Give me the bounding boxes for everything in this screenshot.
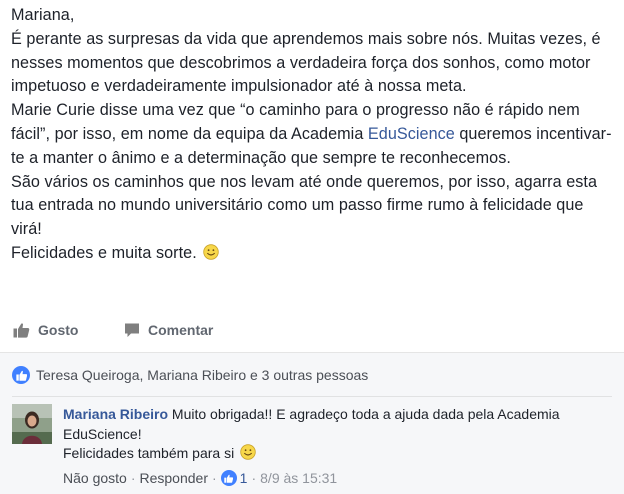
comment-text: Felicidades também para si <box>63 444 603 464</box>
comment-timestamp[interactable]: 8/9 às 15:31 <box>260 470 337 486</box>
post-paragraph: É perante as surpresas da vida que apren… <box>11 29 601 96</box>
like-button[interactable]: Gosto <box>13 316 78 344</box>
likes-summary[interactable]: Teresa Queiroga, Mariana Ribeiro e 3 out… <box>12 366 368 384</box>
thumbs-up-icon <box>220 470 237 486</box>
comment-author[interactable]: Mariana Ribeiro <box>63 406 168 422</box>
post-closing: Felicidades e muita sorte. <box>11 242 617 266</box>
post-body: Mariana, É perante as surpresas da vida … <box>11 4 617 266</box>
like-count-value: 1 <box>239 470 248 486</box>
smiley-icon <box>240 444 256 460</box>
thumbs-up-icon <box>13 323 30 338</box>
post-greeting: Mariana, <box>11 6 75 24</box>
post-paragraph: Marie Curie disse uma vez que “o caminho… <box>11 99 617 170</box>
smiley-icon <box>203 244 220 260</box>
comment-text: Mariana Ribeiro Muito obrigada!! E agrad… <box>63 405 603 444</box>
closing-text: Felicidades e muita sorte. <box>11 243 197 262</box>
separator-dot: · <box>212 470 217 486</box>
likes-summary-text[interactable]: Teresa Queiroga, Mariana Ribeiro e 3 out… <box>36 367 368 383</box>
post-actions-bar: Gosto Comentar <box>0 316 624 344</box>
unlike-link[interactable]: Não gosto <box>63 470 127 486</box>
speech-bubble-icon <box>125 323 139 337</box>
eduscience-link[interactable]: EduScience <box>368 125 455 143</box>
comment-like-count[interactable]: 1 <box>220 470 248 486</box>
like-label: Gosto <box>38 322 79 338</box>
post-paragraph: São vários os caminhos que nos levam até… <box>11 172 598 239</box>
thumbs-up-icon <box>12 366 30 384</box>
avatar[interactable] <box>12 404 52 444</box>
reply-link[interactable]: Responder <box>140 470 209 486</box>
divider <box>12 396 612 397</box>
comment-body: Felicidades também para si <box>63 445 235 461</box>
comment-actions: Não gosto · Responder · 1 · 8/9 às 15:31 <box>63 470 337 486</box>
comment: Mariana Ribeiro Muito obrigada!! E agrad… <box>63 405 603 464</box>
comment-label: Comentar <box>148 322 214 338</box>
separator-dot: · <box>130 470 136 486</box>
separator-dot: · <box>251 470 257 486</box>
comment-button[interactable]: Comentar <box>124 316 213 344</box>
